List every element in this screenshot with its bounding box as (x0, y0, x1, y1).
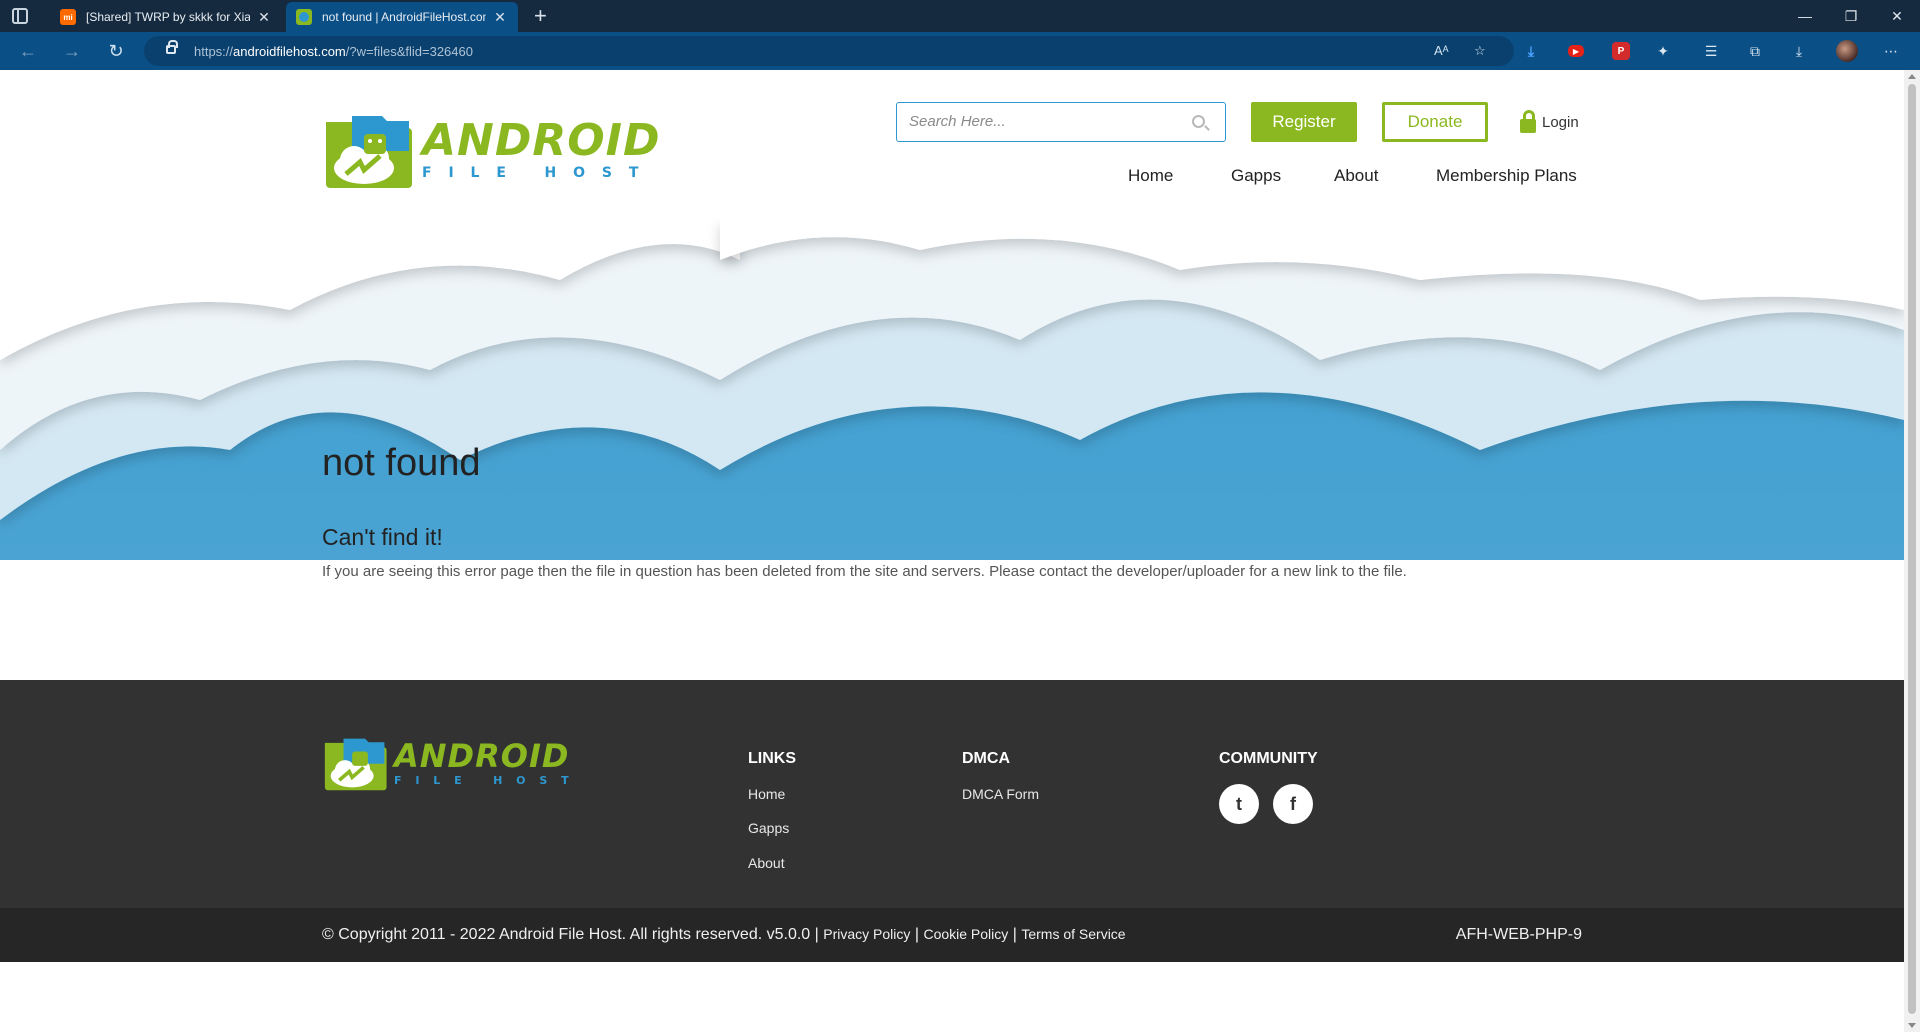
browser-tab-twrp[interactable]: mi [Shared] TWRP by skkk for Xiaomi ✕ (50, 2, 282, 32)
login-label: Login (1542, 113, 1579, 131)
lock-icon (166, 40, 178, 54)
web-page: ANDROID F I L E H O S T Register Donate … (0, 70, 1904, 1032)
red-extension-icon[interactable]: P (1612, 42, 1630, 60)
close-window-icon[interactable]: ✕ (1874, 0, 1920, 32)
footer-logo[interactable]: ANDROID F I L E H O S T (322, 734, 574, 792)
facebook-icon[interactable]: f (1273, 784, 1313, 824)
browser-tab-bar: mi [Shared] TWRP by skkk for Xiaomi ✕ no… (0, 0, 1920, 32)
scroll-up-icon[interactable] (1908, 74, 1916, 79)
register-button[interactable]: Register (1251, 102, 1357, 142)
forward-icon[interactable]: → (58, 39, 86, 63)
tab-title: not found | AndroidFileHost.com (322, 10, 486, 24)
site-footer: ANDROID F I L E H O S T LINKS Home Gapps… (0, 680, 1904, 908)
copyright-text: © Copyright 2011 - 2022 Android File Hos… (322, 926, 1126, 943)
lock-icon (1520, 110, 1536, 133)
page-title: not found (322, 442, 481, 484)
downloads-icon[interactable]: ⤓ (1790, 42, 1808, 60)
logo-text: ANDROID (422, 115, 661, 166)
logo-subtext: F I L E H O S T (422, 165, 645, 181)
youtube-extension-icon[interactable]: ▶ (1568, 45, 1584, 57)
folder-cloud-logo-icon (326, 116, 412, 188)
nav-membership-plans[interactable]: Membership Plans (1436, 166, 1577, 186)
close-tab-icon[interactable]: ✕ (492, 9, 508, 26)
xiaomi-favicon-icon: mi (60, 9, 76, 25)
folder-cloud-logo-icon (324, 738, 387, 791)
afh-favicon-icon (296, 9, 312, 25)
scrollbar-thumb[interactable] (1908, 84, 1916, 1014)
nav-gapps[interactable]: Gapps (1231, 166, 1281, 186)
restore-icon[interactable]: ❐ (1828, 0, 1874, 32)
more-menu-icon[interactable]: ⋯ (1882, 42, 1900, 60)
copyright-bar: © Copyright 2011 - 2022 Android File Hos… (0, 908, 1904, 962)
logo-text: ANDROID (394, 736, 570, 775)
server-id: AFH-WEB-PHP-9 (1455, 926, 1582, 943)
tab-title: [Shared] TWRP by skkk for Xiaomi (86, 10, 250, 24)
twitter-icon[interactable]: t (1219, 784, 1259, 824)
favorites-icon[interactable]: ☰ (1702, 42, 1720, 60)
footer-dmca-title: DMCA (962, 750, 1010, 767)
cookie-policy-link[interactable]: Cookie Policy (923, 926, 1008, 942)
back-icon[interactable]: ← (14, 39, 42, 63)
footer-community-title: COMMUNITY (1219, 750, 1318, 767)
footer-links-title: LINKS (748, 750, 796, 767)
footer-link-gapps[interactable]: Gapps (748, 820, 789, 836)
search-box (896, 102, 1226, 142)
browser-tab-afh[interactable]: not found | AndroidFileHost.com ✕ (286, 2, 518, 32)
logo-subtext: F I L E H O S T (394, 773, 574, 787)
search-icon[interactable] (1192, 115, 1205, 128)
address-bar[interactable]: https://androidfilehost.com/?w=files&fli… (144, 36, 1514, 66)
tab-actions-icon[interactable] (12, 8, 28, 24)
error-message: If you are seeing this error page then t… (322, 563, 1407, 580)
extensions-icon[interactable]: ✦ (1654, 42, 1672, 60)
footer-link-home[interactable]: Home (748, 786, 785, 802)
profile-avatar[interactable] (1836, 40, 1858, 62)
url-text: https://androidfilehost.com/?w=files&fli… (194, 44, 473, 59)
download-extension-icon[interactable]: ⤓ (1522, 42, 1540, 60)
new-tab-icon[interactable]: + (534, 4, 547, 28)
login-link[interactable]: Login (1520, 106, 1579, 138)
footer-link-about[interactable]: About (748, 855, 785, 871)
nav-about[interactable]: About (1334, 166, 1378, 186)
terms-of-service-link[interactable]: Terms of Service (1021, 926, 1125, 942)
browser-toolbar: ← → ↻ https://androidfilehost.com/?w=fil… (0, 32, 1920, 70)
collections-icon[interactable]: ⧉ (1746, 42, 1764, 60)
close-tab-icon[interactable]: ✕ (256, 9, 272, 26)
nav-home[interactable]: Home (1128, 166, 1173, 186)
page-subtitle: Can't find it! (322, 524, 443, 550)
site-logo[interactable]: ANDROID F I L E H O S T (322, 110, 661, 190)
scroll-down-icon[interactable] (1908, 1023, 1916, 1028)
minimize-icon[interactable]: — (1782, 0, 1828, 32)
refresh-icon[interactable]: ↻ (102, 39, 130, 63)
donate-button[interactable]: Donate (1382, 102, 1488, 142)
hero-clouds-banner (0, 220, 1904, 560)
read-aloud-icon[interactable]: Aᴬ (1434, 43, 1449, 58)
favorite-add-icon[interactable]: ☆ (1474, 43, 1486, 59)
search-input[interactable] (909, 103, 1189, 139)
privacy-policy-link[interactable]: Privacy Policy (823, 926, 910, 942)
page-scrollbar[interactable] (1904, 70, 1920, 1032)
footer-link-dmca-form[interactable]: DMCA Form (962, 786, 1039, 802)
